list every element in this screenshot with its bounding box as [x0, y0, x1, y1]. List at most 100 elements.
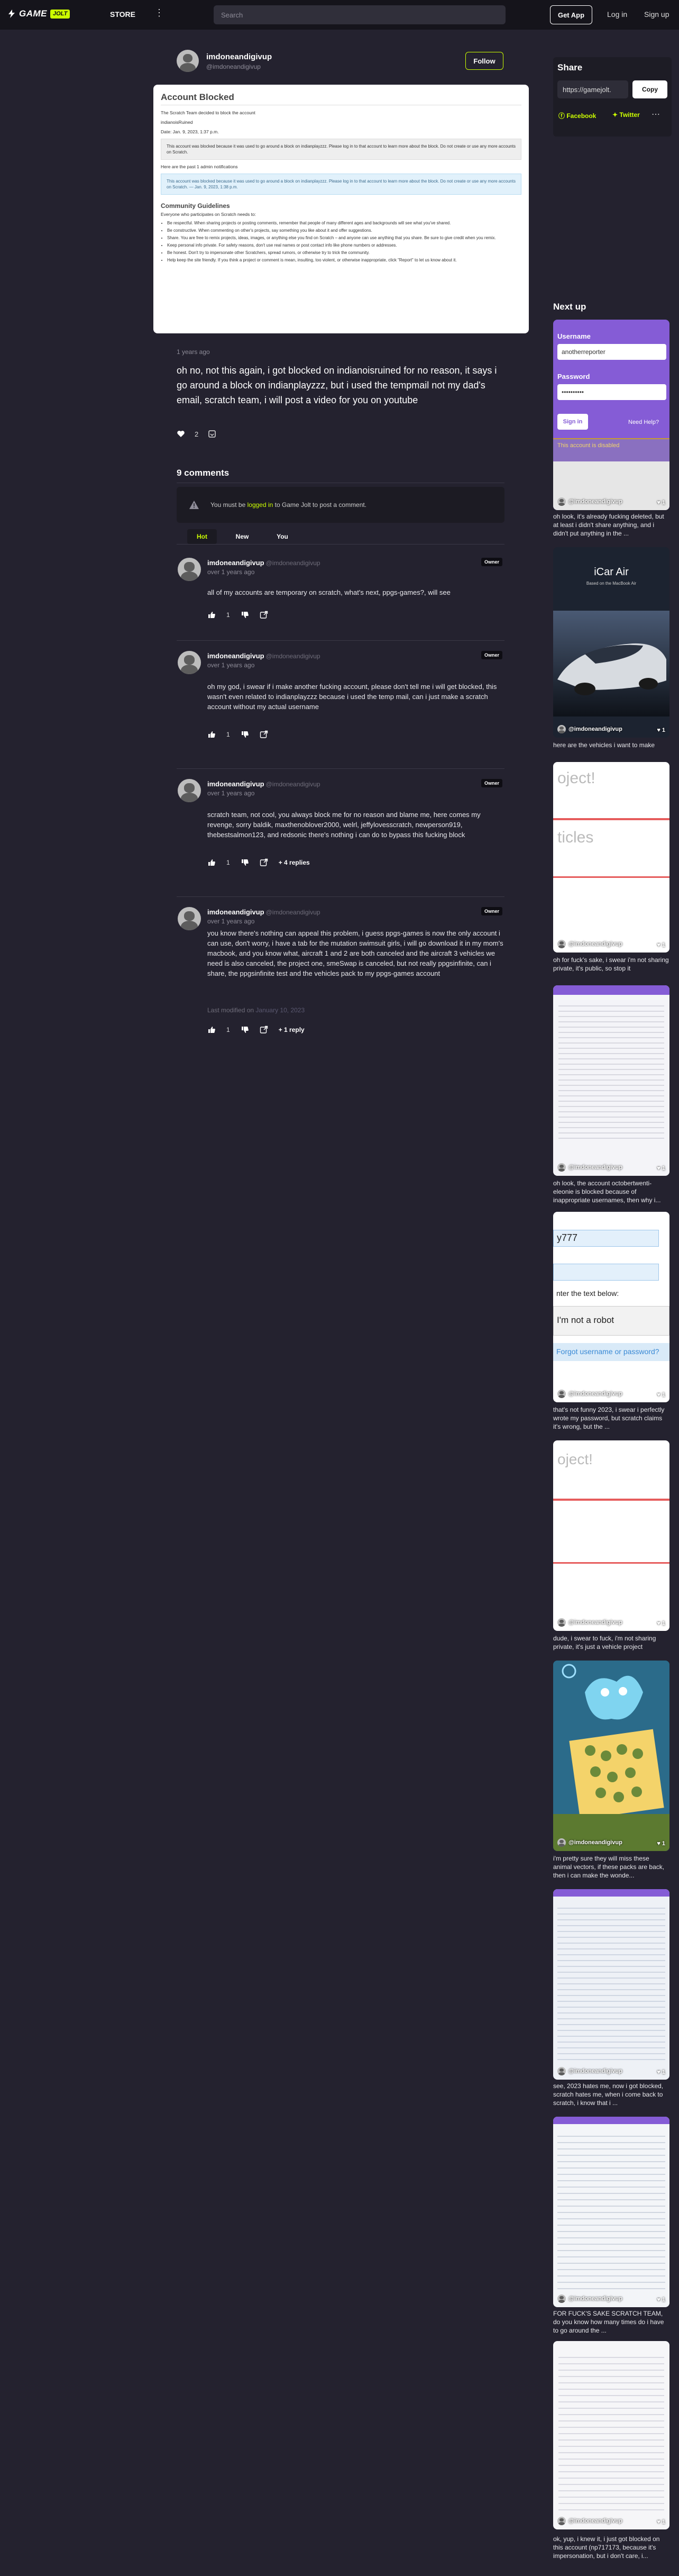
thumbs-down-icon[interactable]	[241, 858, 249, 867]
card-caption[interactable]: oh look, it's already fucking deleted, b…	[553, 512, 669, 538]
view-replies-link[interactable]: + 1 reply	[279, 1026, 305, 1033]
card-author: @imdoneandigivup	[557, 1390, 622, 1398]
card-text-lines	[558, 2352, 664, 2510]
image-admin-note: Here are the past 1 admin notifications	[161, 164, 238, 169]
card-caption[interactable]: FOR FUCK'S SAKE SCRATCH TEAM, do you kno…	[553, 2309, 669, 2335]
card-input-field	[553, 1264, 659, 1281]
card-caption[interactable]: see, 2023 hates me, now i got blocked, s…	[553, 2082, 669, 2107]
card-avatar	[557, 2294, 566, 2303]
follow-button[interactable]: Follow	[465, 52, 503, 70]
copy-button[interactable]: Copy	[632, 80, 667, 98]
nav-store[interactable]: STORE	[110, 10, 135, 19]
share-twitter[interactable]: ✦ Twitter	[612, 111, 640, 119]
login-notice-text: You must be logged in to Game Jolt to po…	[210, 501, 367, 509]
card-like: ♥ 1	[657, 1620, 665, 1627]
login-link[interactable]: Log in	[607, 10, 627, 19]
lightning-icon	[8, 10, 15, 18]
card-caption[interactable]: oh look, the account octobertwenti-eleon…	[553, 1179, 669, 1204]
card-password-field: y777	[553, 1230, 659, 1247]
tab-you[interactable]: You	[268, 529, 297, 544]
post-image[interactable]: Account Blocked The Scratch Team decided…	[153, 85, 529, 333]
card-caption[interactable]: i'm pretty sure they will miss these ani…	[553, 1854, 669, 1880]
login-link-inline[interactable]: logged in	[247, 501, 273, 509]
reply-icon[interactable]	[260, 1026, 268, 1034]
comment-avatar[interactable]	[178, 779, 201, 802]
card-caption[interactable]: that's not funny 2023, i swear i perfect…	[553, 1405, 669, 1431]
like-icon[interactable]	[177, 430, 185, 438]
next-up-card[interactable]: @imdoneandigivup ♥ 1	[553, 1661, 669, 1851]
signup-link[interactable]: Sign up	[644, 10, 669, 19]
tab-hot[interactable]: Hot	[187, 529, 217, 544]
thumbs-up-icon[interactable]	[207, 730, 216, 739]
card-text-lines	[557, 2130, 665, 2289]
card-caption[interactable]: dude, i swear to fuck, i'm not sharing p…	[553, 1634, 669, 1651]
save-icon[interactable]	[208, 430, 216, 438]
card-author: @imdoneandigivup	[557, 1163, 622, 1172]
comments-title: 9 comments	[177, 468, 230, 478]
next-up-card[interactable]: @imdoneandigivup ♥ 1	[553, 2341, 669, 2529]
next-up-card[interactable]: y777 nter the text below: I'm not a robo…	[553, 1212, 669, 1402]
comment-sort-tabs: Hot New You	[187, 529, 297, 544]
share-more-icon[interactable]: ⋯	[652, 109, 660, 120]
card-author: @imdoneandigivup	[557, 497, 622, 506]
image-guidelines-intro: Everyone who participates on Scratch nee…	[161, 212, 256, 217]
thumbs-down-icon[interactable]	[241, 611, 249, 619]
comment-body: oh my god, i swear if i make another fuc…	[207, 683, 497, 711]
reply-icon[interactable]	[260, 858, 268, 867]
image-date: Date: Jan. 9, 2023, 1:37 p.m.	[161, 129, 219, 134]
thumbs-up-icon[interactable]	[207, 1026, 216, 1034]
card-caption[interactable]: here are the vehicles i want to make	[553, 741, 669, 749]
card-caption[interactable]: oh for fuck's sake, i swear i'm not shar…	[553, 956, 669, 973]
post-author-avatar[interactable]	[177, 50, 199, 72]
card-username-label: Username	[557, 332, 591, 340]
comment-avatar[interactable]	[178, 907, 201, 930]
card-username-field: anotherreporter	[557, 344, 666, 360]
card-like: ♥ 1	[657, 727, 665, 733]
post-author-handle[interactable]: @imdoneandigivup	[206, 63, 261, 70]
view-replies-link[interactable]: + 4 replies	[279, 859, 310, 866]
guideline-item: Share. You are free to remix projects, i…	[167, 235, 521, 241]
get-app-button[interactable]: Get App	[550, 5, 592, 24]
share-url-field[interactable]	[557, 80, 628, 98]
next-up-card[interactable]: @imdoneandigivup ♥ 1	[553, 985, 669, 1176]
comment-body: you know there's nothing can appeal this…	[207, 929, 503, 977]
comment: imdoneandigivup @imdoneandigivup over 1 y…	[177, 778, 504, 894]
logo-badge: JOLT	[50, 9, 70, 19]
thumbs-up-icon[interactable]	[207, 858, 216, 867]
next-up-card[interactable]: Username anotherreporter Password ••••••…	[553, 320, 669, 510]
comment-avatar[interactable]	[178, 651, 201, 674]
comment-author[interactable]: imdoneandigivup @imdoneandigivup	[207, 908, 320, 916]
card-captcha-text: nter the text below:	[556, 1289, 619, 1298]
thumbs-down-icon[interactable]	[241, 730, 249, 739]
thumbs-up-icon[interactable]	[207, 611, 216, 619]
card-text-large: oject!	[557, 769, 595, 787]
comment-author[interactable]: imdoneandigivup @imdoneandigivup	[207, 559, 320, 567]
post-author-name[interactable]: imdoneandigivup	[206, 52, 272, 61]
card-like: ♥ 1	[657, 1165, 665, 1172]
next-up-card[interactable]: oject! @imdoneandigivup ♥ 1	[553, 1440, 669, 1631]
comment-avatar[interactable]	[178, 558, 201, 581]
share-panel: Share Copy ⓕ Facebook ✦ Twitter ⋯	[553, 57, 672, 137]
car-image	[553, 611, 669, 716]
search-input[interactable]: Search	[214, 5, 506, 24]
next-up-card[interactable]: iCar Air Based on the MacBook Air @imdon…	[553, 547, 669, 738]
tab-new[interactable]: New	[227, 529, 257, 544]
reply-icon[interactable]	[260, 611, 268, 619]
comment-age: over 1 years ago	[207, 568, 255, 576]
next-up-card[interactable]: @imdoneandigivup ♥ 1	[553, 2117, 669, 2307]
comment-author[interactable]: imdoneandigivup @imdoneandigivup	[207, 780, 320, 788]
reply-icon[interactable]	[260, 730, 268, 739]
card-caption[interactable]: ok, yup, i knew it, i just got blocked o…	[553, 2535, 669, 2560]
next-up-card[interactable]: oject! ticles @imdoneandigivup ♥ 1	[553, 762, 669, 953]
more-vertical-icon[interactable]: ⋮	[154, 7, 164, 19]
thumbs-down-icon[interactable]	[241, 1026, 249, 1034]
share-facebook[interactable]: ⓕ Facebook	[558, 111, 596, 120]
gamejolt-logo[interactable]: GAME JOLT	[7, 8, 70, 19]
card-like: ♥ 1	[657, 2069, 665, 2075]
comment-author[interactable]: imdoneandigivup @imdoneandigivup	[207, 652, 320, 660]
comment-actions: 1 + 1 reply	[207, 1026, 305, 1034]
next-up-card[interactable]: @imdoneandigivup ♥ 1	[553, 1889, 669, 2080]
comment-actions: 1	[207, 730, 268, 739]
owner-badge: Owner	[481, 779, 502, 787]
facebook-icon: ⓕ	[558, 112, 567, 120]
